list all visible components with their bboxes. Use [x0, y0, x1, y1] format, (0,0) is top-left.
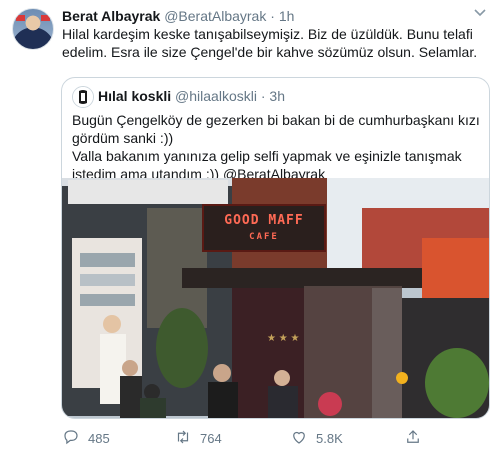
quoted-photo[interactable]: ★ ★ ★ GOOD MAFF CAFE — [62, 178, 489, 418]
retweet-icon — [174, 428, 200, 449]
tweet-header: Berat Albayrak @BeratAlbayrak · 1h — [62, 7, 294, 25]
sign-subtext: CAFE — [249, 232, 279, 242]
flag-decoration — [16, 15, 25, 21]
retweet-button[interactable]: 764 — [174, 428, 222, 448]
share-icon — [404, 428, 430, 449]
quoted-author-name[interactable]: Hılal koskli — [98, 88, 171, 104]
separator-dot: · — [270, 8, 275, 24]
flag-decoration — [41, 15, 50, 21]
chevron-down-icon[interactable] — [474, 8, 486, 20]
reply-count: 485 — [88, 430, 110, 446]
avatar[interactable] — [12, 8, 54, 50]
quoted-header: Hılal koskli @hilaalkoskli · 3h — [98, 88, 285, 104]
tweet[interactable]: Berat Albayrak @BeratAlbayrak · 1h Hilal… — [0, 0, 500, 455]
separator-dot: · — [260, 88, 266, 104]
reply-button[interactable]: 485 — [62, 428, 110, 448]
quoted-tweet[interactable]: Hılal koskli @hilaalkoskli · 3h Bugün Çe… — [61, 77, 490, 419]
like-count: 5.8K — [316, 430, 343, 446]
retweet-count: 764 — [200, 430, 222, 446]
author-handle[interactable]: @BeratAlbayrak — [164, 8, 266, 24]
quoted-time[interactable]: 3h — [269, 88, 285, 104]
svg-text:★ ★ ★: ★ ★ ★ — [267, 333, 299, 344]
sign-text: GOOD MAFF — [224, 213, 304, 228]
share-button[interactable] — [404, 428, 430, 448]
quoted-text: Bugün Çengelköy de gezerken bi bakan bi … — [72, 111, 482, 183]
tweet-text: Hilal kardeşim keske tanışabilseymişiz. … — [62, 26, 478, 60]
cafe-sign: GOOD MAFF CAFE — [202, 204, 326, 252]
quoted-text-line: Bugün Çengelköy de gezerken bi bakan bi … — [72, 112, 480, 146]
like-button[interactable]: 5.8K — [290, 428, 343, 448]
tweet-time[interactable]: 1h — [279, 8, 295, 24]
action-bar: 485 764 5.8K — [62, 428, 472, 448]
reply-icon — [62, 428, 88, 449]
heart-icon — [290, 428, 316, 449]
quoted-author-handle[interactable]: @hilaalkoskli — [175, 88, 257, 104]
author-name[interactable]: Berat Albayrak — [62, 8, 160, 24]
quoted-avatar[interactable] — [72, 86, 94, 108]
